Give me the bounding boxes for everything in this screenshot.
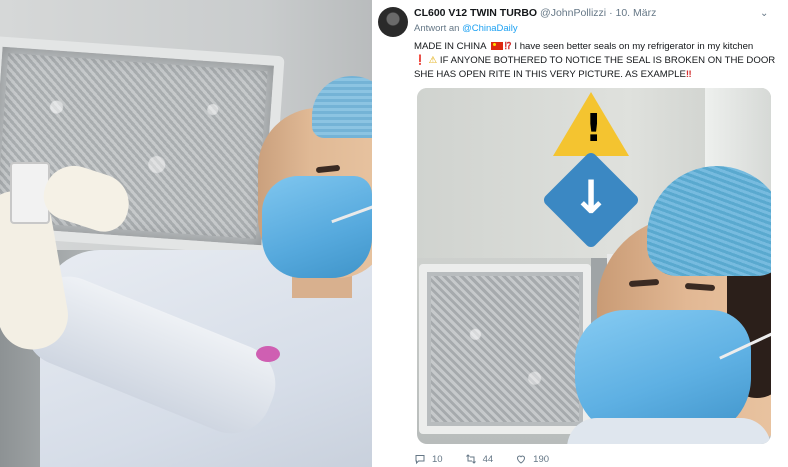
retweet-button[interactable]: 44 bbox=[465, 453, 494, 465]
avatar[interactable] bbox=[378, 7, 408, 37]
warning-icon: ⚠ bbox=[428, 55, 438, 66]
author-name[interactable]: CL600 V12 TWIN TURBO bbox=[414, 7, 537, 19]
chevron-down-icon[interactable]: ⌄ bbox=[760, 8, 772, 19]
exclamation-question-icon: ⁉ bbox=[504, 41, 512, 52]
retweet-count: 44 bbox=[482, 453, 494, 465]
author-handle[interactable]: @JohnPollizzi bbox=[540, 7, 606, 19]
reply-context: Antwort an @ChinaDaily bbox=[414, 23, 518, 34]
image-freezer-door bbox=[419, 264, 591, 434]
tweet-card: CL600 V12 TWIN TURBO @JohnPollizzi · 10.… bbox=[378, 0, 788, 467]
like-count: 190 bbox=[533, 453, 550, 465]
left-photo bbox=[0, 0, 372, 467]
reply-icon bbox=[414, 453, 426, 465]
reply-prefix: Antwort an bbox=[414, 23, 460, 34]
image-lab-coat bbox=[567, 418, 771, 444]
tweet-image[interactable]: ! ↓ bbox=[417, 88, 771, 444]
coat-badge bbox=[256, 346, 280, 362]
tweet-actions: 10 44 190 bbox=[414, 452, 571, 466]
double-exclamation-icon: ‼ bbox=[685, 69, 692, 80]
tweet-header: CL600 V12 TWIN TURBO @JohnPollizzi · 10.… bbox=[414, 7, 656, 19]
retweet-icon bbox=[465, 453, 477, 465]
tweet-text-part-1: MADE IN CHINA bbox=[414, 41, 486, 52]
warning-sign-exclamation: ! bbox=[585, 106, 603, 150]
separator: · bbox=[609, 7, 613, 19]
reply-to-handle[interactable]: @ChinaDaily bbox=[462, 23, 518, 34]
image-frost-texture bbox=[431, 276, 579, 422]
arrow-down-icon: ↓ bbox=[541, 150, 641, 250]
tweet-text-part-3: IF ANYONE BOTHERED TO NOTICE THE SEAL IS… bbox=[414, 55, 776, 80]
reply-button[interactable]: 10 bbox=[414, 453, 443, 465]
tweet-text: MADE IN CHINA ⁉ I have seen better seals… bbox=[414, 40, 779, 82]
china-flag-icon bbox=[490, 42, 503, 51]
tweet-text-part-2: I have seen better seals on my refrigera… bbox=[514, 41, 754, 52]
reply-count: 10 bbox=[432, 453, 443, 465]
arrow-glyph: ↓ bbox=[571, 170, 611, 224]
heart-icon bbox=[515, 453, 527, 465]
face-mask bbox=[262, 176, 372, 278]
post-date[interactable]: 10. März bbox=[615, 7, 656, 19]
exclamation-icon: ❗ bbox=[414, 55, 426, 66]
like-button[interactable]: 190 bbox=[515, 453, 549, 465]
